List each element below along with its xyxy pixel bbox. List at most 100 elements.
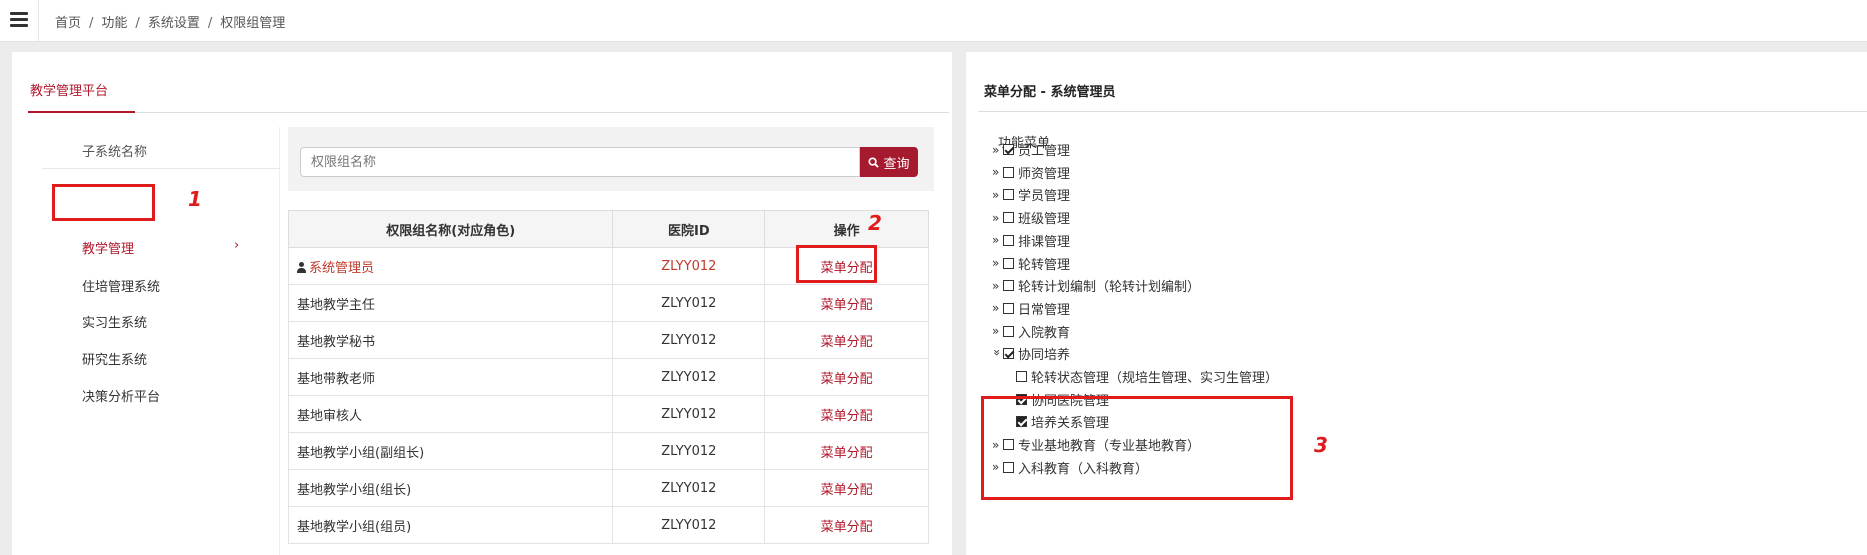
- cell-hospital-id: ZLYY012: [612, 247, 766, 285]
- annotation-number-2: 2: [868, 211, 882, 235]
- cell-action: 菜单分配: [764, 432, 929, 470]
- expand-right-icon[interactable]: »: [992, 233, 1002, 247]
- expand-right-icon[interactable]: »: [992, 188, 1002, 202]
- subsystem-item-teaching[interactable]: 教学管理: [82, 238, 134, 257]
- annotation-box-3: [981, 396, 1293, 500]
- menu-item-label: 协同培养: [1018, 348, 1071, 364]
- menu-assign-link[interactable]: 菜单分配: [821, 335, 873, 350]
- tab-divider: [28, 112, 949, 113]
- expand-right-icon[interactable]: »: [992, 211, 1002, 225]
- divider: [38, 0, 39, 42]
- table-row: 基地教学主任 ZLYY012 菜单分配: [287, 284, 929, 322]
- menu-tree-item[interactable]: » 轮转管理: [992, 254, 1070, 273]
- search-icon: [868, 156, 880, 168]
- group-name[interactable]: 系统管理员: [309, 261, 374, 276]
- menu-tree-item[interactable]: » 排课管理: [992, 231, 1070, 250]
- expand-right-icon[interactable]: »: [992, 143, 1002, 157]
- expand-right-icon[interactable]: »: [992, 324, 1002, 338]
- menu-assign-link[interactable]: 菜单分配: [821, 298, 873, 313]
- annotation-box-1: [52, 184, 155, 221]
- expand-right-icon[interactable]: »: [992, 165, 1002, 179]
- annotation-box-2: [796, 245, 877, 283]
- subsystem-item-decision[interactable]: 决策分析平台: [82, 386, 160, 405]
- menu-tree-item[interactable]: » 学员管理: [992, 185, 1071, 205]
- expand-right-icon[interactable]: »: [992, 301, 1002, 315]
- user-icon: [297, 261, 306, 273]
- search-input[interactable]: [300, 147, 860, 177]
- title-divider: [978, 111, 1867, 112]
- cell-action: 菜单分配: [764, 358, 929, 396]
- search-button-label: 查询: [883, 156, 910, 172]
- checkbox[interactable]: [1016, 371, 1027, 382]
- menu-item-label: 轮转计划编制（轮转计划编制）: [1018, 280, 1201, 296]
- column-header-name: 权限组名称(对应角色): [287, 210, 614, 248]
- search-button[interactable]: 查询: [860, 147, 918, 177]
- menu-tree-item[interactable]: » 师资管理: [992, 163, 1070, 182]
- cell-hospital-id: ZLYY012: [612, 284, 766, 322]
- menu-tree-item[interactable]: » 员工管理: [992, 140, 1071, 160]
- menu-item-label: 轮转管理: [1018, 257, 1071, 273]
- tab-active-underline: [28, 111, 135, 113]
- cell-action: 菜单分配: [764, 284, 929, 322]
- menu-assign-link[interactable]: 菜单分配: [821, 409, 873, 424]
- checkbox[interactable]: [1003, 280, 1014, 292]
- menu-tree-item[interactable]: » 协同培养: [990, 344, 1071, 364]
- cell-group-name: 基地教学小组(组长): [287, 469, 614, 507]
- menu-assign-link[interactable]: 菜单分配: [821, 446, 873, 461]
- checkbox[interactable]: [1003, 348, 1014, 360]
- cell-hospital-id: ZLYY012: [612, 469, 766, 507]
- breadcrumb-system-settings[interactable]: 系统设置: [148, 16, 200, 31]
- menu-item-label: 员工管理: [1018, 144, 1071, 159]
- menu-item-label: 学员管理: [1018, 189, 1071, 205]
- group-name: 基地教学小组(组长): [297, 482, 412, 498]
- menu-tree-item[interactable]: » 日常管理: [992, 299, 1070, 318]
- table-row: 基地带教老师 ZLYY012 菜单分配: [287, 358, 929, 396]
- menu-tree-subitem[interactable]: 轮转状态管理（规培生管理、实习生管理）: [1016, 367, 1278, 386]
- menu-assign-link[interactable]: 菜单分配: [821, 483, 873, 498]
- menu-toggle-icon[interactable]: [10, 12, 28, 28]
- menu-tree-item[interactable]: » 班级管理: [992, 208, 1070, 228]
- annotation-number-3: 3: [1314, 433, 1328, 457]
- subsystem-header: 子系统名称: [42, 127, 280, 169]
- menu-assign-link[interactable]: 菜单分配: [821, 520, 873, 535]
- top-bar: 首页 / 功能 / 系统设置 / 权限组管理: [0, 0, 1867, 42]
- tab-teaching-platform[interactable]: 教学管理平台: [30, 80, 108, 99]
- checkbox[interactable]: [1003, 325, 1014, 337]
- cell-action: 菜单分配: [764, 321, 929, 359]
- menu-tree-item[interactable]: » 入院教育: [992, 322, 1070, 341]
- cell-group-name: 基地教学秘书: [287, 321, 614, 359]
- breadcrumb-home[interactable]: 首页: [55, 16, 81, 31]
- cell-group-name: 基地教学小组(副组长): [287, 432, 614, 470]
- subsystem-item-residency[interactable]: 住培管理系统: [82, 276, 160, 295]
- menu-tree-item[interactable]: » 轮转计划编制（轮转计划编制）: [992, 276, 1201, 296]
- menu-assign-link[interactable]: 菜单分配: [821, 372, 873, 387]
- search-bar: 查询: [288, 127, 934, 191]
- menu-item-label: 师资管理: [1018, 166, 1071, 182]
- group-name: 基地教学主任: [297, 297, 376, 313]
- group-name: 基地教学小组(副组长): [297, 445, 425, 461]
- checkbox[interactable]: [1003, 189, 1014, 201]
- subsystem-item-intern[interactable]: 实习生系统: [82, 312, 147, 331]
- checkbox[interactable]: [1003, 302, 1014, 314]
- table-header-row: 权限组名称(对应角色) 医院ID 操作: [287, 210, 929, 248]
- group-name: 基地审核人: [297, 408, 363, 424]
- group-name: 基地教学秘书: [297, 334, 376, 350]
- checkbox[interactable]: [1003, 212, 1014, 224]
- cell-group-name: 基地教学主任: [287, 284, 614, 322]
- table-row: 基地教学小组(组长) ZLYY012 菜单分配: [287, 469, 929, 507]
- expand-right-icon[interactable]: »: [992, 256, 1002, 270]
- subsystem-item-graduate[interactable]: 研究生系统: [82, 349, 147, 368]
- menu-item-label: 排课管理: [1018, 234, 1071, 250]
- checkbox[interactable]: [1003, 144, 1014, 155]
- cell-group-name: 基地教学小组(组员): [287, 506, 614, 544]
- expand-right-icon[interactable]: »: [992, 279, 1002, 293]
- checkbox[interactable]: [1003, 234, 1014, 246]
- menu-assign-title: 菜单分配 - 系统管理员: [984, 85, 1116, 100]
- breadcrumb-current: 权限组管理: [220, 16, 286, 31]
- checkbox[interactable]: [1003, 257, 1014, 269]
- cell-group-name: 系统管理员: [287, 247, 614, 285]
- checkbox[interactable]: [1003, 166, 1014, 178]
- expand-down-icon[interactable]: »: [990, 349, 1004, 359]
- breadcrumb-function[interactable]: 功能: [101, 16, 127, 31]
- column-header-action: 操作: [764, 210, 929, 248]
